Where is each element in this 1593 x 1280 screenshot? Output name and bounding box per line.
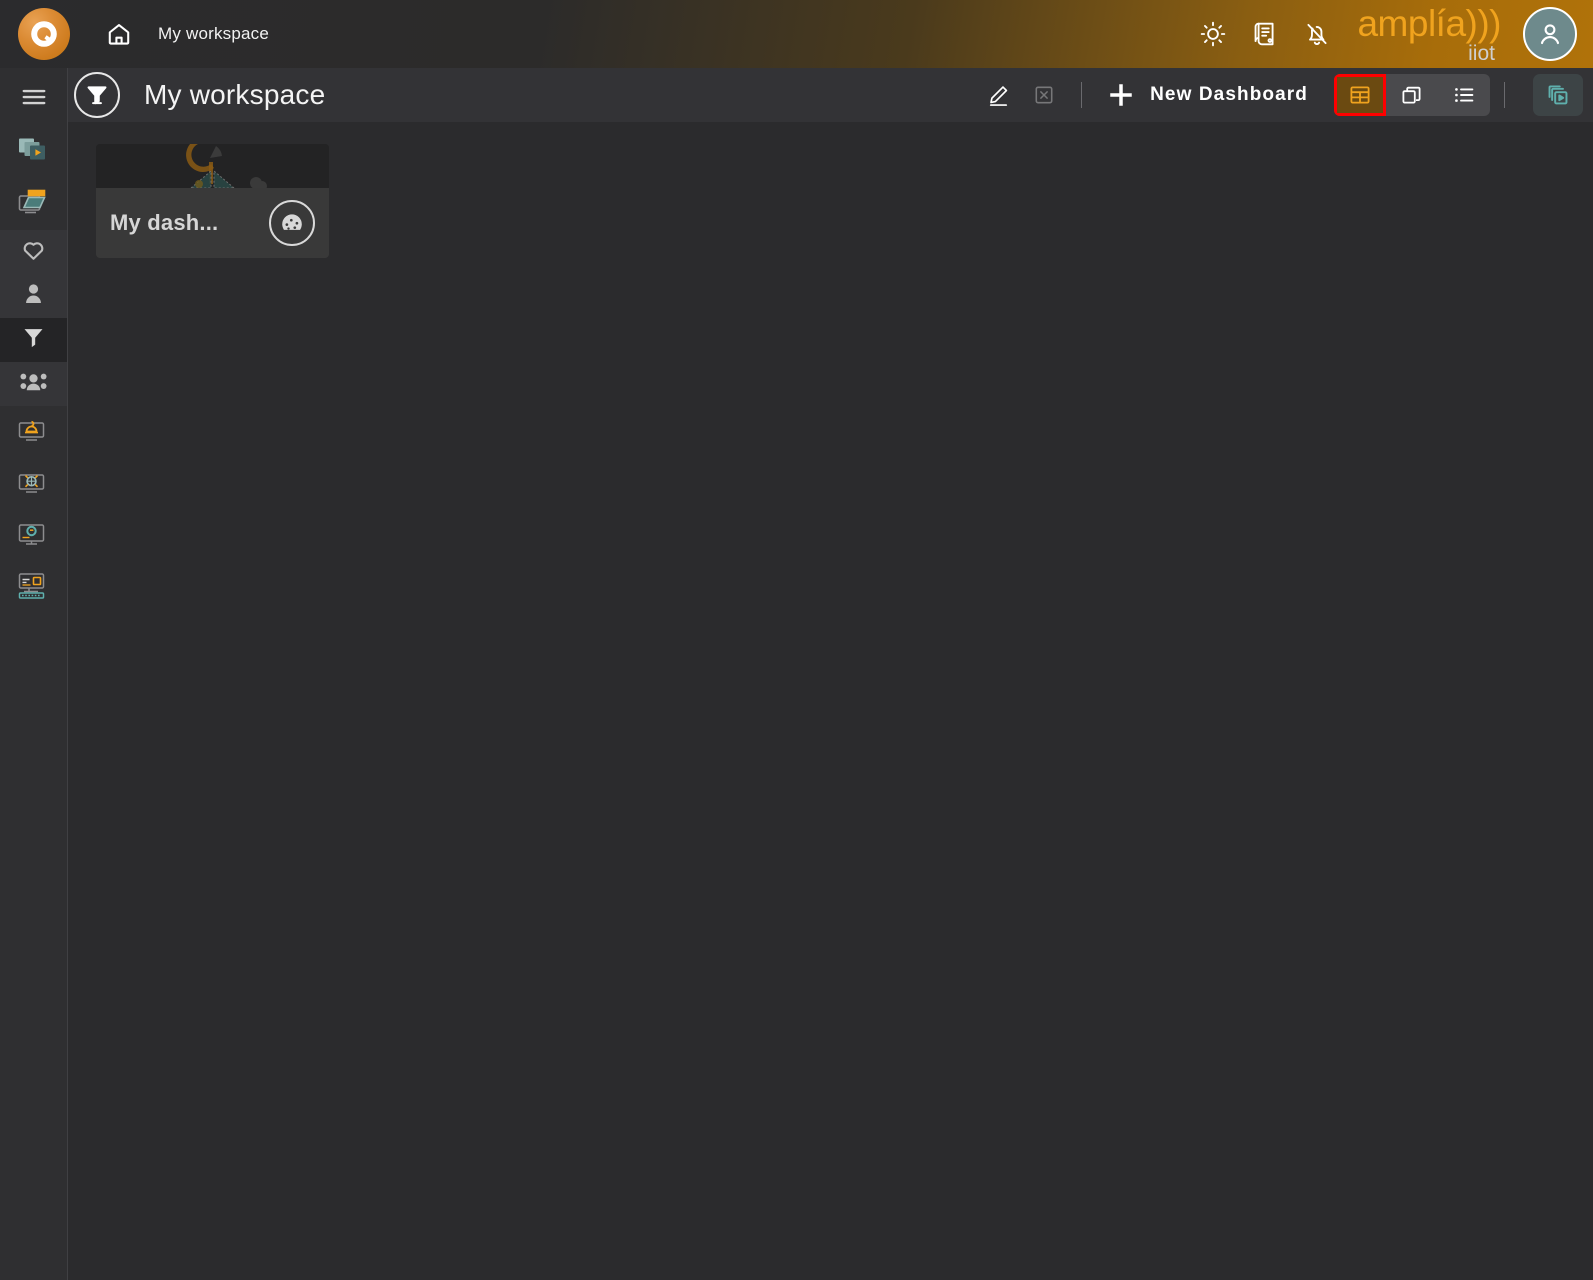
amplia-iiot-brand: amplía))) iiot (1357, 5, 1501, 64)
topbar-workspace-name: My workspace (158, 24, 270, 43)
toolbar-actions: New Dashboard (975, 68, 1593, 122)
topbar-actions: amplía))) iiot (1187, 0, 1593, 68)
funnel-icon (20, 324, 47, 356)
plus-icon (1110, 84, 1132, 106)
sidebar-item-favorites[interactable] (0, 230, 67, 274)
sidebar-item-workspaces[interactable] (0, 318, 67, 362)
user-icon (20, 280, 47, 312)
cards-view-button[interactable] (1386, 74, 1438, 116)
toolbar-divider-2 (1504, 82, 1505, 108)
dashboard-thumbnail (96, 144, 329, 188)
left-sidebar (0, 68, 68, 1280)
configuration-gear-icon (16, 519, 52, 554)
sidebar-item-alarms[interactable] (0, 406, 67, 458)
top-header-bar: My workspace amplía))) iiot (0, 0, 1593, 68)
app-root: My workspace amplía))) iiot My workspace… (0, 0, 1593, 1280)
device-monitor-icon (16, 187, 52, 222)
amplia-q-logo[interactable] (18, 8, 70, 60)
notifications-muted-icon[interactable] (1291, 0, 1343, 68)
toolbar-divider-1 (1081, 82, 1083, 108)
sidebar-item-users[interactable] (0, 274, 67, 318)
documentation-icon[interactable] (1239, 0, 1291, 68)
sidebar-item-configuration[interactable] (0, 510, 67, 562)
funnel-icon (74, 72, 120, 118)
page-title: My workspace (144, 79, 326, 110)
home-icon[interactable] (102, 17, 136, 51)
presentation-mode-button[interactable] (1533, 74, 1583, 116)
dashboard-card[interactable]: My dash... (96, 144, 329, 258)
sidebar-item-groups[interactable] (0, 362, 67, 406)
user-avatar[interactable] (1523, 7, 1577, 61)
dashboard-card-title: My dash... (110, 210, 219, 235)
list-view-button[interactable] (1438, 74, 1490, 116)
monitoring-globe-icon (16, 467, 52, 502)
sidebar-item-console[interactable] (0, 562, 67, 614)
sidebar-group-main (0, 230, 67, 406)
sidebar-item-devices[interactable] (0, 178, 67, 230)
heart-icon (20, 236, 47, 268)
sidebar-item-monitoring[interactable] (0, 458, 67, 510)
new-dashboard-label: New Dashboard (1150, 84, 1308, 105)
sidebar-item-media[interactable] (0, 126, 67, 178)
dashboard-card-body: My dash... (96, 188, 329, 258)
grid-view-button[interactable] (1334, 74, 1386, 116)
edit-workspace-button[interactable] (975, 72, 1021, 118)
group-icon (19, 368, 48, 400)
workspace-toolbar: My workspace New Dashboard (0, 68, 1593, 122)
alarm-monitor-icon (16, 415, 52, 450)
dashboard-grid: My dash... (68, 122, 1593, 1280)
new-dashboard-button[interactable]: New Dashboard (1096, 80, 1318, 110)
view-mode-group (1334, 74, 1490, 116)
console-desktop-icon (16, 570, 52, 607)
menu-toggle-button[interactable] (0, 68, 67, 126)
media-stack-icon (16, 135, 52, 170)
brightness-icon[interactable] (1187, 0, 1239, 68)
gauge-icon (269, 200, 315, 246)
brand-name: amplía))) (1357, 2, 1501, 44)
delete-workspace-button[interactable] (1021, 72, 1067, 118)
brand-subtitle: iiot (1468, 41, 1495, 65)
